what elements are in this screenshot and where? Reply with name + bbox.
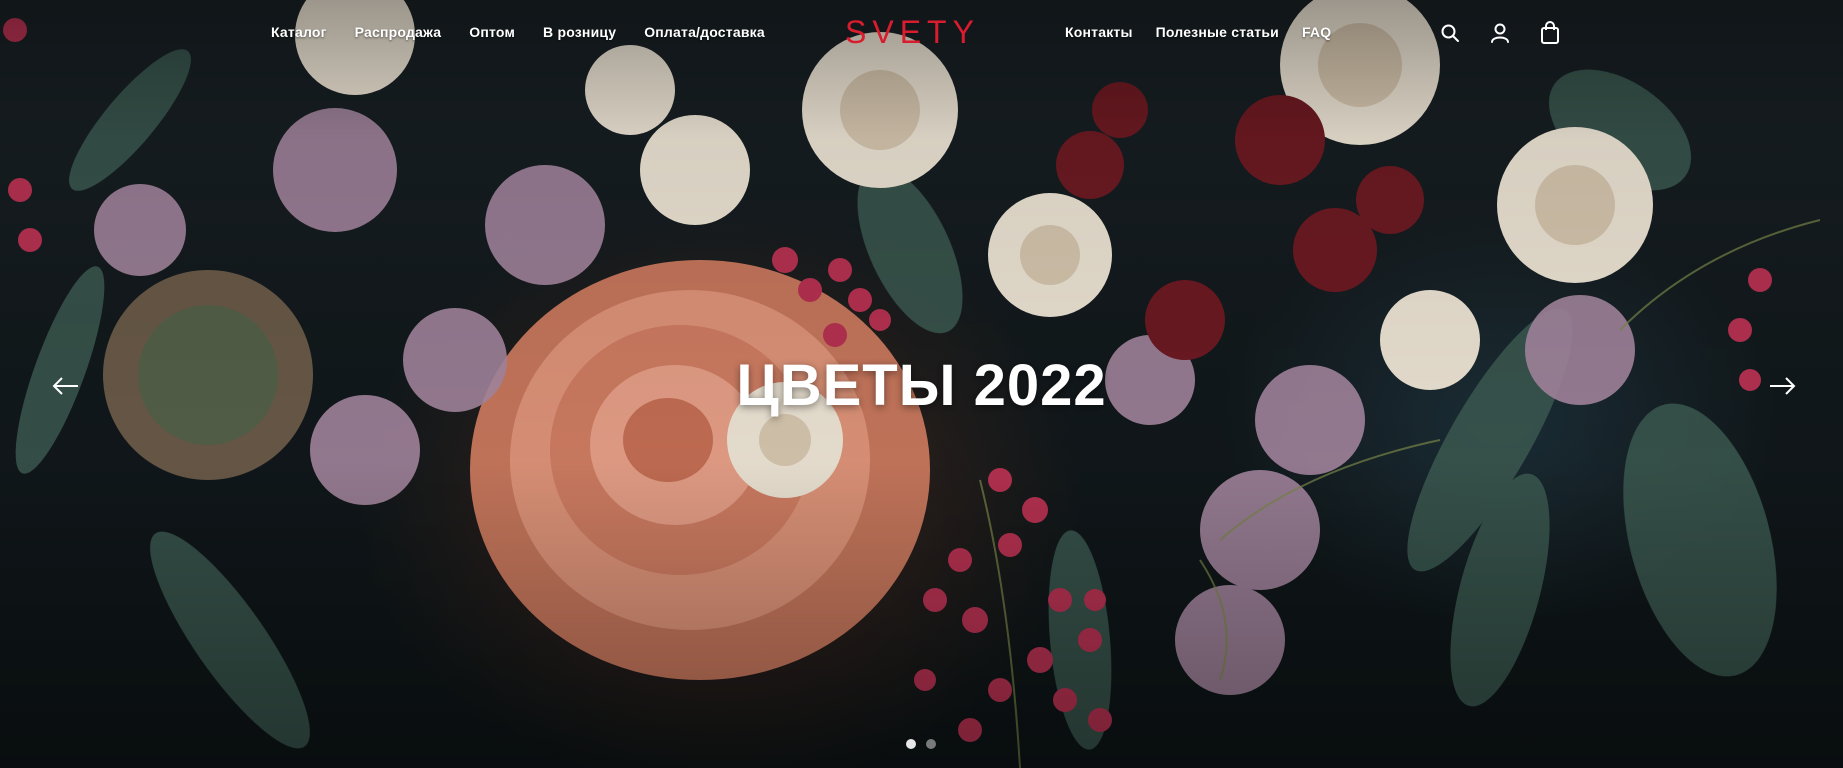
user-icon[interactable] bbox=[1487, 20, 1513, 46]
slider-dot-1[interactable] bbox=[906, 739, 916, 749]
main-nav-left: Каталог Распродажа Оптом В розницу Оплат… bbox=[271, 24, 765, 40]
nav-link-sale[interactable]: Распродажа bbox=[355, 24, 442, 40]
slider-pagination bbox=[906, 739, 936, 749]
nav-link-contacts[interactable]: Контакты bbox=[1065, 24, 1133, 40]
search-icon[interactable] bbox=[1437, 20, 1463, 46]
nav-link-retail[interactable]: В розницу bbox=[543, 24, 616, 40]
arrow-left-icon[interactable] bbox=[50, 374, 82, 398]
brand-logo[interactable]: SVETY bbox=[845, 14, 980, 51]
nav-link-wholesale[interactable]: Оптом bbox=[469, 24, 515, 40]
nav-link-faq[interactable]: FAQ bbox=[1302, 24, 1331, 40]
nav-link-catalog[interactable]: Каталог bbox=[271, 24, 327, 40]
slide-headline: ЦВЕТЫ 2022 bbox=[736, 353, 1107, 418]
arrow-right-icon[interactable] bbox=[1766, 374, 1798, 398]
main-nav-right: Контакты Полезные статьи FAQ bbox=[1065, 24, 1331, 40]
header-icons bbox=[1437, 20, 1563, 46]
nav-link-articles[interactable]: Полезные статьи bbox=[1156, 24, 1279, 40]
hero-slider: Каталог Распродажа Оптом В розницу Оплат… bbox=[0, 0, 1843, 768]
nav-link-payment-delivery[interactable]: Оплата/доставка bbox=[644, 24, 765, 40]
slider-dot-2[interactable] bbox=[926, 739, 936, 749]
shopping-bag-icon[interactable] bbox=[1537, 20, 1563, 46]
